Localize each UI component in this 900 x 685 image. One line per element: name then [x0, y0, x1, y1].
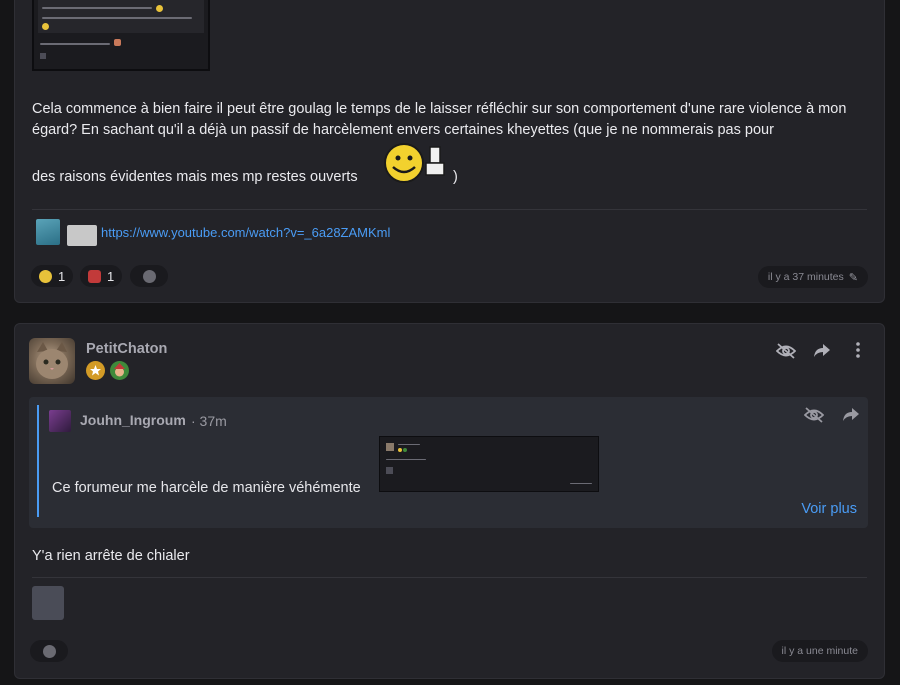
- timestamp-text: il y a 37 minutes: [767, 271, 844, 283]
- hide-eye-icon[interactable]: [804, 406, 824, 424]
- reaction-smiley[interactable]: 1: [31, 265, 74, 287]
- signature-divider: [32, 577, 867, 578]
- signature-image: [67, 225, 97, 246]
- more-options-icon[interactable]: [855, 342, 861, 358]
- post-body-close-paren: ): [453, 169, 458, 185]
- add-reaction-icon: [142, 269, 156, 283]
- quote-accent-bar: [37, 405, 39, 517]
- elf-badge-icon: [110, 361, 129, 380]
- quote-avatar[interactable]: [49, 410, 71, 432]
- reaction-figure[interactable]: 1: [80, 265, 123, 287]
- add-reaction-button[interactable]: [30, 640, 68, 662]
- signature-divider: [32, 209, 867, 210]
- figure-emoji-icon: [88, 269, 101, 283]
- timestamp-text: il y a une minute: [781, 645, 858, 657]
- signature-image: [36, 219, 60, 245]
- post-body-text: Y'a rien arrête de chialer: [32, 548, 190, 564]
- quoted-post: Jouhn_Ingroum · 37m Ce forumeur me harcè…: [29, 397, 868, 528]
- add-reaction-icon: [42, 644, 56, 658]
- reaction-count: 1: [107, 268, 115, 284]
- edited-pencil-icon: ✎: [848, 271, 858, 284]
- avatar[interactable]: [29, 338, 75, 384]
- embedded-screenshot-thumbnail[interactable]: [32, 0, 210, 71]
- add-reaction-button[interactable]: [130, 265, 168, 287]
- cat-avatar-icon: [36, 342, 68, 379]
- embedded-screenshot-thumbnail[interactable]: [379, 436, 599, 492]
- quote-author[interactable]: Jouhn_Ingroum: [80, 412, 186, 428]
- share-icon[interactable]: [842, 407, 860, 423]
- post-timestamp[interactable]: il y a 37 minutes ✎: [757, 266, 868, 288]
- smiley-emoji-icon: [39, 269, 52, 283]
- signature-link[interactable]: https://www.youtube.com/watch?v=_6a28ZAM…: [101, 225, 390, 240]
- post-card: Cela commence à bien faire il peut être …: [14, 0, 885, 303]
- post-author[interactable]: PetitChaton: [86, 341, 167, 357]
- hide-eye-icon[interactable]: [776, 342, 796, 360]
- post-card: PetitChaton Jouhn_Ingroum · 37m Ce forum…: [14, 323, 885, 679]
- share-icon[interactable]: [813, 343, 831, 359]
- see-more-link[interactable]: Voir plus: [801, 501, 857, 517]
- post-body-text-end: des raisons évidentes mais mes mp restes…: [32, 169, 358, 185]
- quote-text: Ce forumeur me harcèle de manière véhéme…: [52, 480, 361, 496]
- star-badge-icon: [86, 361, 105, 380]
- signature-image: [32, 586, 64, 620]
- reaction-count: 1: [58, 268, 66, 284]
- post-timestamp[interactable]: il y a une minute: [771, 640, 868, 662]
- quote-time: · 37m: [191, 413, 227, 429]
- post-body-text: Cela commence à bien faire il peut être …: [32, 101, 847, 138]
- smiley-thumbs-up-sticker: [384, 143, 445, 183]
